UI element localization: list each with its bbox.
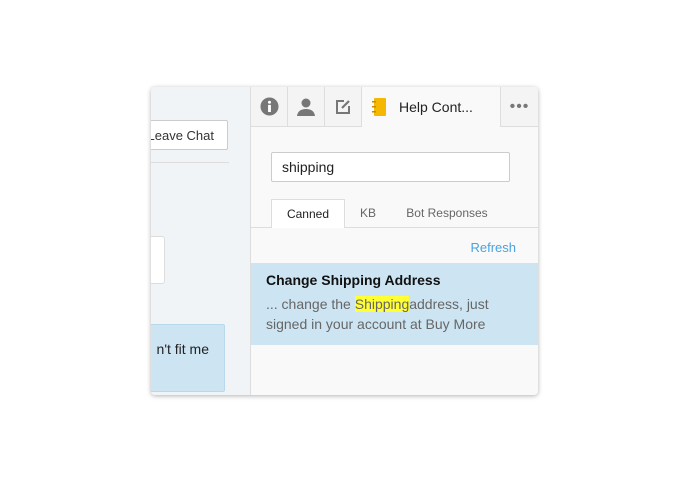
subtab-canned[interactable]: Canned bbox=[271, 199, 345, 228]
notebook-icon bbox=[372, 98, 386, 116]
leave-chat-label: Leave Chat bbox=[151, 128, 214, 143]
snippet-prefix: ... change the bbox=[266, 296, 355, 312]
message-text: n't fit me bbox=[156, 341, 209, 357]
info-icon bbox=[259, 97, 279, 116]
result-title: Change Shipping Address bbox=[266, 272, 441, 288]
search-input[interactable]: shipping bbox=[271, 152, 510, 182]
search-highlight: Shipping bbox=[354, 296, 410, 312]
tab-info[interactable] bbox=[251, 87, 288, 126]
message-bubble: n't fit me bbox=[151, 324, 225, 392]
result-item[interactable]: Change Shipping Address ... change the S… bbox=[251, 263, 538, 345]
more-icon: ••• bbox=[509, 97, 530, 115]
refresh-link[interactable]: Refresh bbox=[470, 240, 516, 255]
tab-label: Help Cont... bbox=[399, 99, 473, 115]
chat-pane: Leave Chat n't fit me bbox=[151, 87, 251, 395]
user-icon bbox=[297, 98, 315, 116]
subtab-kb[interactable]: KB bbox=[345, 199, 391, 228]
tab-user[interactable] bbox=[288, 87, 325, 126]
subtab-bot-responses[interactable]: Bot Responses bbox=[391, 199, 503, 228]
chat-window: Leave Chat n't fit me Help Cont... ••• s… bbox=[151, 87, 538, 395]
result-snippet: ... change the Shippingaddress, just sig… bbox=[266, 294, 516, 334]
tab-edit[interactable] bbox=[325, 87, 362, 126]
more-tabs-button[interactable]: ••• bbox=[501, 87, 538, 126]
panel-tabs: Help Cont... ••• bbox=[251, 87, 538, 127]
leave-chat-button[interactable]: Leave Chat bbox=[151, 120, 228, 150]
side-panel: Help Cont... ••• shipping Canned KB Bot … bbox=[251, 87, 538, 395]
edit-icon bbox=[336, 99, 350, 114]
divider bbox=[151, 162, 229, 163]
chat-input-box[interactable] bbox=[151, 236, 165, 284]
tab-help-content[interactable]: Help Cont... bbox=[362, 87, 501, 127]
